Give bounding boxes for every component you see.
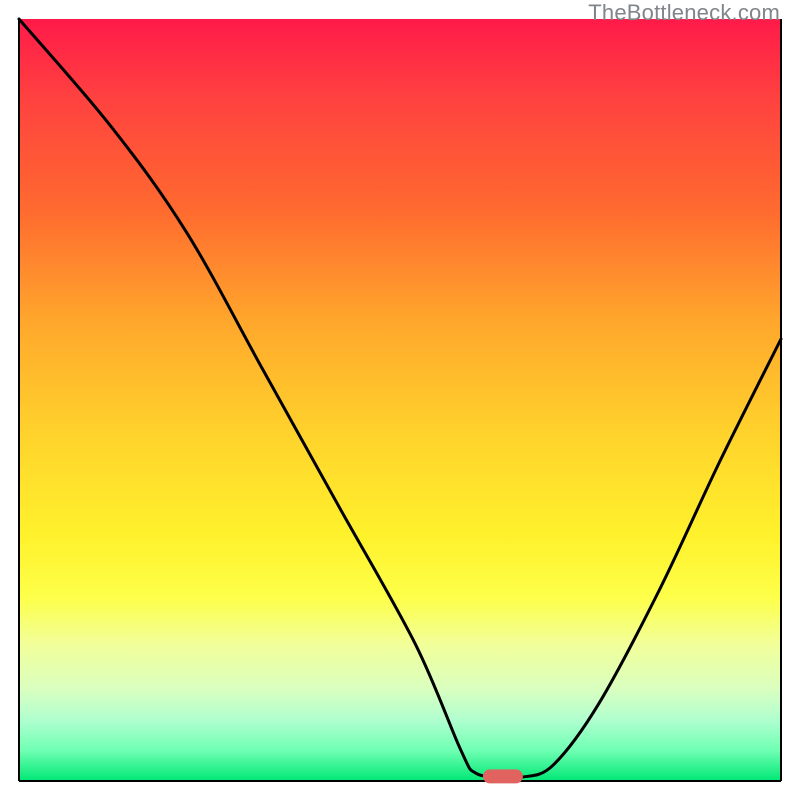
optimal-marker	[483, 769, 523, 783]
chart-axes	[19, 19, 781, 781]
watermark-text: TheBottleneck.com	[588, 0, 780, 26]
chart-canvas: TheBottleneck.com	[0, 0, 800, 800]
bottleneck-curve	[19, 19, 781, 778]
chart-svg	[0, 0, 800, 800]
